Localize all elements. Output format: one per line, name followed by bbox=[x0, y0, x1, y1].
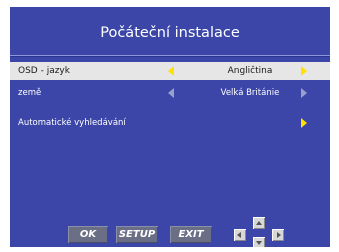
dialog-title: Počáteční instalace bbox=[100, 25, 240, 41]
setting-row-country[interactable]: země Velká Británie bbox=[10, 84, 330, 102]
nav-down-button[interactable] bbox=[253, 237, 265, 247]
setting-label: OSD - jazyk bbox=[18, 66, 70, 76]
chevron-down-icon bbox=[256, 241, 262, 245]
nav-right-button[interactable] bbox=[272, 229, 284, 241]
setting-value: Angličtina bbox=[227, 66, 273, 76]
setup-button[interactable]: SETUP bbox=[116, 226, 158, 243]
nav-up-button[interactable] bbox=[253, 217, 265, 229]
arrow-right-icon[interactable] bbox=[301, 66, 307, 76]
setup-dialog: Počáteční instalace OSD - jazyk Angličti… bbox=[10, 7, 330, 247]
setting-label: země bbox=[18, 88, 42, 98]
chevron-right-icon bbox=[277, 232, 281, 238]
setting-row-osd-language[interactable]: OSD - jazyk Angličtina bbox=[10, 62, 330, 80]
setting-row-auto-search[interactable]: Automatické vyhledávání bbox=[10, 114, 330, 132]
setting-label: Automatické vyhledávání bbox=[18, 118, 126, 128]
chevron-left-icon bbox=[237, 232, 241, 238]
arrow-left-icon[interactable] bbox=[168, 88, 174, 98]
tv-screen: Počáteční instalace OSD - jazyk Angličti… bbox=[0, 0, 339, 252]
arrow-left-icon[interactable] bbox=[168, 66, 174, 76]
ok-button[interactable]: OK bbox=[68, 226, 108, 243]
arrow-right-icon[interactable] bbox=[301, 88, 307, 98]
nav-left-button[interactable] bbox=[234, 229, 246, 241]
chevron-up-icon bbox=[256, 221, 262, 225]
exit-button[interactable]: EXIT bbox=[170, 226, 212, 243]
title-divider-shadow bbox=[10, 56, 330, 57]
setting-value: Velká Británie bbox=[220, 88, 280, 98]
arrow-right-icon[interactable] bbox=[301, 118, 307, 128]
